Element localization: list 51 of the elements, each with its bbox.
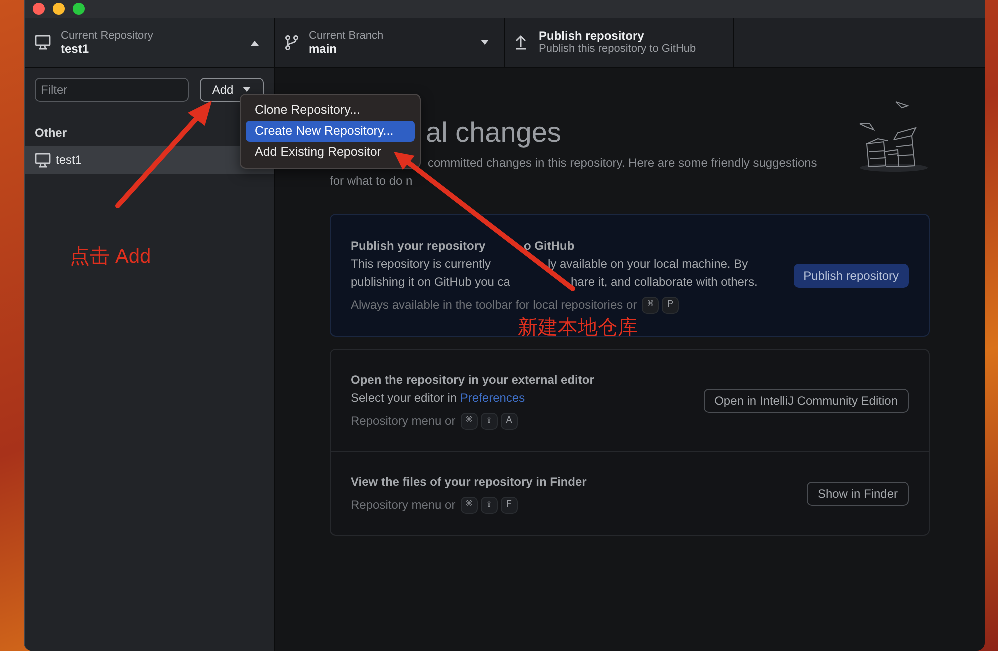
card-text: Select your editor in Preferences (351, 390, 526, 407)
description-text: for what to do n (330, 173, 413, 190)
key-cap: ⇧ (480, 412, 498, 430)
menu-item[interactable]: Create New Repository... (246, 121, 415, 142)
key-cap: F (500, 496, 518, 514)
publish-title: Publish repository (539, 30, 646, 42)
card-title: Publish your repository (351, 239, 486, 253)
preferences-link[interactable]: Preferences (460, 391, 526, 405)
shortcut-hint: Repository menu or (351, 413, 456, 430)
menu-item[interactable]: Clone Repository... (246, 100, 415, 121)
shortcut-hint: Repository menu or (351, 497, 456, 514)
repository-name: test1 (61, 42, 90, 56)
card-text: hare it, and collaborate with others. (571, 274, 758, 291)
publish-toolbar-button[interactable]: Publish repository Publish this repository to GitHub (505, 18, 734, 67)
card-title: Open the repository in your external editor (351, 372, 594, 389)
key-cap: A (500, 412, 518, 430)
card-text: publishing it on GitHub you ca (351, 275, 510, 289)
caret-icon (250, 40, 260, 46)
annotation-label: 新建本地仓库 (518, 317, 638, 339)
monitor-icon (35, 152, 51, 168)
shortcut-hint: Always available in the toolbar for local repositories or (351, 297, 638, 314)
repository-label: Current Repository (61, 30, 154, 42)
card-text: This repository is currently (351, 257, 492, 271)
publish-button[interactable]: Publish repository (794, 264, 909, 288)
key-cap: P (662, 296, 680, 314)
branch-label: Current Branch (309, 30, 385, 42)
key-cap: ⌘ (460, 496, 478, 514)
key-cap: ⇧ (480, 496, 498, 514)
group-heading: Other (35, 125, 68, 142)
card-title: o GitHub (524, 238, 575, 255)
close-button[interactable] (33, 3, 45, 15)
monitor-icon (35, 35, 51, 50)
page-heading: al changes (426, 116, 562, 150)
action-button[interactable]: Show in Finder (806, 482, 909, 506)
key-cap: ⌘ (642, 296, 660, 314)
key-cap: ⌘ (460, 412, 478, 430)
branch-selector[interactable]: Current Branch main (275, 18, 505, 67)
minimize-button[interactable] (53, 3, 65, 15)
publish-subtitle: Publish this repository to GitHub (539, 42, 696, 56)
branch-name: main (309, 42, 338, 56)
repository-selector[interactable]: Current Repository test1 (25, 18, 275, 67)
card-text: ly available on your local machine. By (548, 256, 748, 273)
branch-icon (285, 34, 299, 50)
caret-icon (480, 40, 490, 46)
upload-icon (515, 35, 527, 50)
action-button[interactable]: Open in IntelliJ Community Edition (704, 388, 909, 412)
description-text: committed changes in this repository. Here are some friendly suggestions (428, 155, 818, 172)
zoom-button[interactable] (73, 3, 85, 15)
card-title: View the files of your repository in Finder (351, 474, 587, 491)
filter-field[interactable]: Filter (35, 78, 189, 102)
annotation-label: 点击 Add (70, 245, 152, 270)
